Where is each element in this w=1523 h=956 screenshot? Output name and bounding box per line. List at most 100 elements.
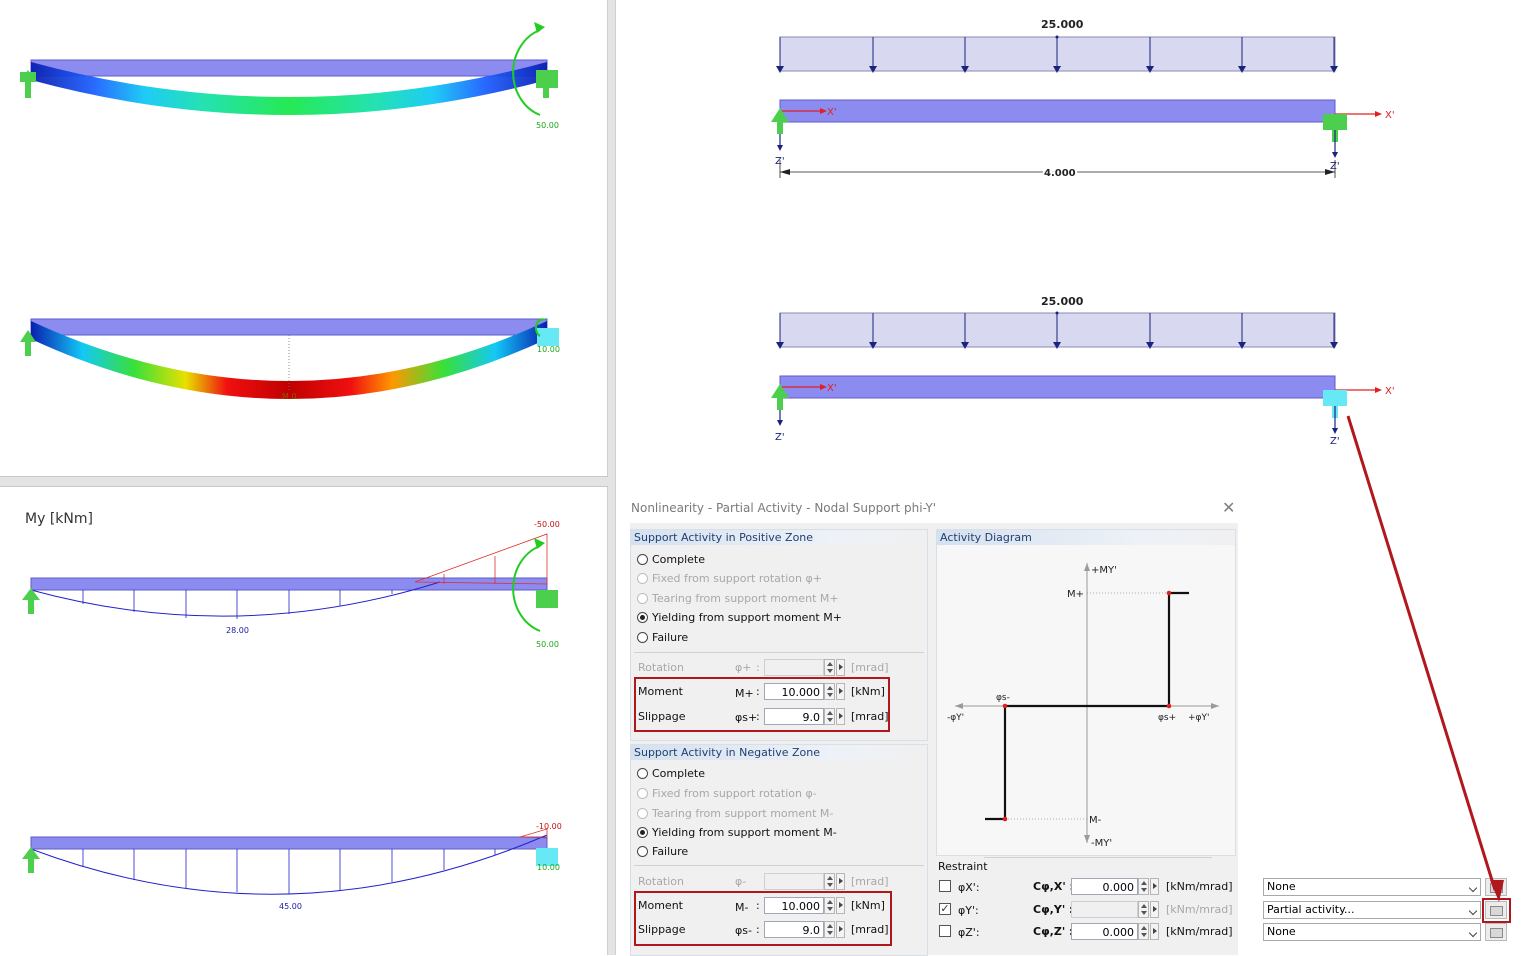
neg-option-fixed[interactable]: Fixed from support rotation φ- <box>637 785 817 801</box>
axis-z-left-2: Z' <box>775 432 785 443</box>
negative-zone-header: Support Activity in Negative Zone <box>631 745 927 760</box>
neg-slippage-input[interactable]: 9.0 <box>764 921 824 938</box>
activity-diagram-group: Activity Diagram +MY' -MY' -φY' +φY' M+ … <box>936 529 1236 856</box>
moment-view-bottom: -50.00 28.00 50.00 -10.00 45.00 10.00 <box>22 520 562 911</box>
pos-option-complete[interactable]: Complete <box>637 551 705 567</box>
restraint-x-checkbox[interactable] <box>939 880 951 892</box>
edit-restraint-z-button[interactable] <box>1485 923 1507 941</box>
radio-button[interactable] <box>637 767 648 779</box>
radio-button[interactable] <box>637 845 648 857</box>
pos-slippage-label: Slippage <box>638 710 686 723</box>
spin-icon[interactable] <box>824 708 835 725</box>
undeformed-beam-1 <box>30 59 548 77</box>
positive-zone-header: Support Activity in Positive Zone <box>631 530 927 545</box>
load-value-2: 25.000 <box>1041 295 1084 308</box>
arrow-icon[interactable] <box>836 897 845 914</box>
radio-button[interactable] <box>637 592 648 604</box>
arrow-icon[interactable] <box>1150 878 1159 895</box>
pos-option-failure[interactable]: Failure <box>637 629 688 645</box>
pos-rotation-input[interactable] <box>764 659 824 676</box>
radio-button[interactable] <box>637 787 648 799</box>
close-icon[interactable]: ✕ <box>1222 498 1235 517</box>
neg-option-yielding[interactable]: Yielding from support moment M- <box>637 824 837 840</box>
partial-activity-dialog: Nonlinearity - Partial Activity - Nodal … <box>626 494 1481 956</box>
restraint-x-input[interactable]: 0.000 <box>1071 878 1138 895</box>
length-value: 4.000 <box>1044 168 1076 179</box>
spin-icon[interactable] <box>1138 901 1149 918</box>
pos-option-tearing[interactable]: Tearing from support moment M+ <box>637 590 839 606</box>
axis-z-right-2: Z' <box>1330 436 1340 447</box>
diagram1-top-value: -50.00 <box>534 520 560 529</box>
arrow-icon[interactable] <box>836 683 845 700</box>
diagram2-support-value: 10.00 <box>537 863 560 872</box>
radio-button[interactable] <box>637 826 648 838</box>
diagram1-support-value: 50.00 <box>536 640 559 649</box>
negative-zone-group: Support Activity in Negative Zone Comple… <box>630 744 928 956</box>
restraint-y-input[interactable] <box>1071 901 1138 918</box>
arrow-icon[interactable] <box>1150 923 1159 940</box>
edit-icon <box>1490 928 1503 938</box>
svg-text:φs-: φs- <box>996 693 1010 703</box>
svg-text:M-: M- <box>1089 815 1102 826</box>
radio-button[interactable] <box>637 611 648 623</box>
undeformed-beam-2 <box>30 318 548 336</box>
activity-diagram-header: Activity Diagram <box>937 530 1235 545</box>
svg-text:-MY': -MY' <box>1091 838 1112 849</box>
neg-option-tearing[interactable]: Tearing from support moment M- <box>637 805 833 821</box>
neg-moment-input[interactable]: 10.000 <box>764 897 824 914</box>
arrow-icon[interactable] <box>836 708 845 725</box>
spin-icon[interactable] <box>824 683 835 700</box>
pos-moment-symbol: M+ <box>735 687 754 700</box>
positive-zone-group: Support Activity in Positive Zone Comple… <box>630 529 928 741</box>
radio-button[interactable] <box>637 572 648 584</box>
svg-text:+MY': +MY' <box>1091 565 1117 576</box>
spin-icon[interactable] <box>1138 878 1149 895</box>
restraint-z-checkbox[interactable] <box>939 925 951 937</box>
dialog-title: Nonlinearity - Partial Activity - Nodal … <box>631 501 937 515</box>
vertical-splitter-right[interactable] <box>615 0 625 955</box>
restraint-z-select[interactable]: None <box>1263 923 1481 941</box>
arrow-icon[interactable] <box>1150 901 1159 918</box>
svg-text:M+: M+ <box>1067 589 1084 600</box>
radio-button[interactable] <box>637 807 648 819</box>
restraint-z-input[interactable]: 0.000 <box>1071 923 1138 940</box>
neg-rotation-input[interactable] <box>764 873 824 890</box>
pos-rotation-symbol: φ+ <box>735 661 752 674</box>
neg-slippage-label: Slippage <box>638 923 686 936</box>
support-value-1: 10.00 <box>537 345 560 354</box>
arrow-icon[interactable] <box>836 921 845 938</box>
member-2 <box>779 375 1336 399</box>
deflection-label: M.0 <box>282 392 297 401</box>
svg-text:φs+: φs+ <box>1158 713 1176 723</box>
neg-option-complete[interactable]: Complete <box>637 765 705 781</box>
diagram1-field-value: 28.00 <box>226 626 249 635</box>
neg-rotation-label: Rotation <box>638 875 685 888</box>
spin-icon[interactable] <box>1138 923 1149 940</box>
spin-icon[interactable] <box>824 873 835 890</box>
axis-x-right-1: X' <box>1385 110 1395 121</box>
diagram2-field-value: 45.00 <box>279 902 302 911</box>
pos-option-yielding[interactable]: Yielding from support moment M+ <box>637 609 842 625</box>
activity-diagram: +MY' -MY' -φY' +φY' M+ M- φs+ φs- <box>947 563 1219 849</box>
neg-option-failure[interactable]: Failure <box>637 843 688 859</box>
radio-button[interactable] <box>637 553 648 565</box>
dialog-body: Support Activity in Positive Zone Comple… <box>630 523 1481 956</box>
radio-button[interactable] <box>637 631 648 643</box>
neg-moment-symbol: M- <box>735 901 749 914</box>
arrow-icon[interactable] <box>836 873 845 890</box>
load-value-1: 25.000 <box>1041 18 1084 31</box>
spin-icon[interactable] <box>824 897 835 914</box>
spin-icon[interactable] <box>824 921 835 938</box>
pos-moment-input[interactable]: 10.000 <box>764 683 824 700</box>
pos-slippage-symbol: φs+ <box>735 711 758 724</box>
neg-moment-label: Moment <box>638 899 683 912</box>
pos-slippage-input[interactable]: 9.0 <box>764 708 824 725</box>
spin-icon[interactable] <box>824 659 835 676</box>
neg-rotation-symbol: φ- <box>735 875 747 888</box>
arrow-icon[interactable] <box>836 659 845 676</box>
pos-rotation-label: Rotation <box>638 661 685 674</box>
axis-x-left-1: X' <box>827 107 837 118</box>
pos-moment-label: Moment <box>638 685 683 698</box>
pos-option-fixed[interactable]: Fixed from support rotation φ+ <box>637 570 822 586</box>
restraint-y-checkbox[interactable]: ✓ <box>939 903 951 915</box>
